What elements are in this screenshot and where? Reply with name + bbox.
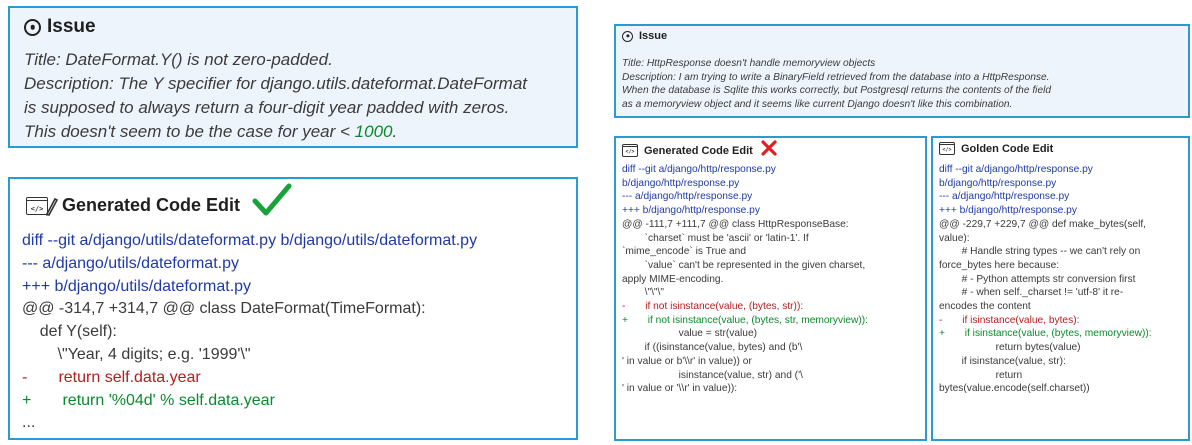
left-issue-title: Issue <box>47 16 96 37</box>
left-issue-panel: Issue Title: DateFormat.Y() is not zero-… <box>8 6 578 148</box>
diff-line: # - when self._charset != 'utf-8' it re- <box>939 287 1124 299</box>
diff-line: b/django/http/response.py <box>622 177 740 189</box>
diff-line: force_bytes here because: <box>939 259 1060 271</box>
diff-line: return bytes(value) <box>939 342 1081 354</box>
target-icon <box>622 30 633 42</box>
diff-line: if ((isinstance(value, bytes) and (b'\ <box>622 342 803 354</box>
diff-line: if isinstance(value, str): <box>939 355 1066 367</box>
diff-line: --- a/django/http/response.py <box>939 191 1070 203</box>
pencil-icon <box>44 196 59 216</box>
diff-line-added: + if isinstance(value, (bytes, memoryvie… <box>939 328 1152 340</box>
diff-line: --- a/django/http/response.py <box>622 191 753 203</box>
diff-line-removed: - if isinstance(value, bytes): <box>939 314 1080 326</box>
diff-line: @@ -229,7 +229,7 @@ def make_bytes(self, <box>939 218 1147 230</box>
diff-line-added: + if not isinstance(value, (bytes, str, … <box>622 314 868 326</box>
diff-line-removed: - if not isinstance(value, (bytes, str))… <box>622 301 804 313</box>
right-issue-panel: Issue Title: HttpResponse doesn't handle… <box>614 24 1190 118</box>
diff-line: value): <box>939 232 970 244</box>
left-generated-panel: </> Generated Code Edit diff --git a/dja… <box>8 177 578 440</box>
diff-line: \"Year, 4 digits; e.g. '1999'\" <box>22 345 251 363</box>
left-issue-desc-c: This doesn't seem to be the case for yea… <box>24 120 574 144</box>
left-issue-desc-b: is supposed to always return a four-digi… <box>24 98 510 117</box>
right-golden-header: </> Golden Code Edit <box>939 142 1053 155</box>
right-issue-text: Title: HttpResponse doesn't handle memor… <box>622 57 1188 111</box>
diff-line: diff --git a/django/http/response.py <box>939 164 1093 175</box>
diff-line-removed: - return self.data.year <box>22 368 201 386</box>
diff-line: ' in value or '\\r' in value)): <box>622 383 738 395</box>
right-golden-panel: </> Golden Code Edit diff --git a/django… <box>931 136 1190 441</box>
diff-line-added: + return '%04d' % self.data.year <box>22 391 275 409</box>
diff-line: `mime_encode` is True and <box>622 246 747 258</box>
right-generated-panel: </> Generated Code Edit diff --git a/dja… <box>614 136 927 441</box>
right-issue-desc3: as a memoryview object and it seems like… <box>622 98 1013 110</box>
right-issue-title: Issue <box>639 30 668 42</box>
left-generated-title: Generated Code Edit <box>62 195 241 215</box>
left-issue-line-title: Title: DateFormat.Y() is not zero-padded… <box>24 50 333 69</box>
diff-line: # Handle string types -- we can't rely o… <box>939 246 1141 258</box>
diff-line: \"\"\" <box>622 287 664 299</box>
left-issue-desc-c-prefix: This doesn't seem to be the case for yea… <box>24 122 355 141</box>
diff-line: +++ b/django/http/response.py <box>622 205 760 217</box>
diff-line: apply MIME-encoding. <box>622 273 724 285</box>
code-window-icon: </> <box>939 142 955 155</box>
left-issue-desc-c-suffix: . <box>392 122 398 141</box>
diff-line-ellipsis: ... <box>22 414 36 432</box>
left-issue-desc-a: Description: The Y specifier for django.… <box>24 74 527 93</box>
diff-line: encodes the content <box>939 301 1031 313</box>
diff-line: +++ b/django/utils/dateformat.py <box>22 277 252 295</box>
right-issue-desc1: Description: I am trying to write a Bina… <box>622 71 1050 83</box>
diff-line: value = str(value) <box>622 328 758 340</box>
right-generated-title: Generated Code Edit <box>644 144 753 157</box>
right-golden-diff: diff --git a/django/http/response.py b/d… <box>939 163 1189 396</box>
right-golden-title: Golden Code Edit <box>961 142 1054 155</box>
diff-line: ' in value or b'\\r' in value)) or <box>622 355 752 367</box>
diff-line: diff --git a/django/utils/dateformat.py … <box>22 232 478 249</box>
diff-line: `value` can't be represented in the give… <box>622 259 866 271</box>
diff-line: --- a/django/utils/dateformat.py <box>22 254 239 272</box>
left-diff: diff --git a/django/utils/dateformat.py … <box>22 230 477 435</box>
diff-line: def Y(self): <box>22 323 117 341</box>
check-icon <box>252 183 292 222</box>
left-generated-header: </> Generated Code Edit <box>26 183 292 222</box>
left-issue-year: 1000 <box>354 122 393 141</box>
right-issue-line-title: Title: HttpResponse doesn't handle memor… <box>622 58 876 69</box>
left-issue-header: Issue <box>24 16 96 38</box>
diff-line: bytes(value.encode(self.charset)) <box>939 383 1090 395</box>
diff-line: `charset` must be 'ascii' or 'latin-1'. … <box>622 232 809 244</box>
diff-line: diff --git a/django/http/response.py <box>622 164 776 175</box>
diff-line: @@ -314,7 +314,7 @@ class DateFormat(Tim… <box>22 300 426 318</box>
right-issue-desc2: When the database is Sqlite this works c… <box>622 85 1052 96</box>
right-generated-header: </> Generated Code Edit <box>622 140 777 159</box>
diff-line: # - Python attempts str conversion first <box>939 273 1136 285</box>
diff-line: isinstance(value, str) and ('\ <box>622 369 803 381</box>
diff-line: +++ b/django/http/response.py <box>939 205 1077 217</box>
target-icon <box>24 18 41 36</box>
left-issue-text: Title: DateFormat.Y() is not zero-padded… <box>24 48 574 144</box>
cross-icon <box>761 140 777 159</box>
code-window-icon: </> <box>622 144 638 157</box>
diff-line: @@ -111,7 +111,7 @@ class HttpResponseBa… <box>622 218 849 230</box>
right-issue-header: Issue <box>622 30 667 42</box>
right-generated-diff: diff --git a/django/http/response.py b/d… <box>622 163 924 396</box>
diff-line: b/django/http/response.py <box>939 177 1057 189</box>
diff-line: return <box>939 369 1023 381</box>
